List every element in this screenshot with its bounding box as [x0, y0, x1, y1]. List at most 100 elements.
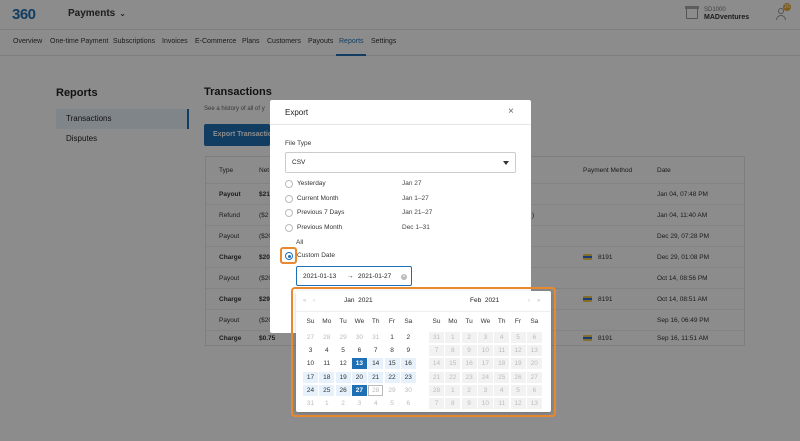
calendar-day[interactable]: 7: [368, 345, 383, 356]
calendar-day[interactable]: 8: [445, 345, 461, 357]
calendar-day[interactable]: 6: [352, 345, 367, 356]
calendar-day[interactable]: 12: [510, 398, 526, 409]
option-all-label[interactable]: All: [296, 239, 303, 246]
date-range-input[interactable]: 2021-01-13 → 2021-01-27 ×: [296, 266, 412, 286]
calendar-day[interactable]: 27: [526, 371, 542, 383]
calendar-day[interactable]: 28: [319, 332, 334, 343]
calendar-day[interactable]: 23: [461, 371, 477, 383]
calendar-day[interactable]: 3: [477, 384, 493, 396]
calendar-day[interactable]: 13: [351, 358, 367, 370]
calendar-day[interactable]: 3: [352, 398, 367, 409]
calendar-day[interactable]: 5: [385, 398, 400, 409]
calendar-day[interactable]: 24: [477, 371, 493, 383]
calendar-day[interactable]: 4: [319, 345, 334, 356]
calendar-day[interactable]: 27: [303, 332, 318, 343]
calendar-day[interactable]: 1: [445, 384, 461, 396]
radio-previous-month[interactable]: [285, 224, 293, 232]
calendar-day[interactable]: 19: [510, 358, 526, 370]
calendar-day[interactable]: 5: [510, 332, 526, 343]
calendar-day[interactable]: 10: [303, 358, 318, 369]
calendar-day[interactable]: 13: [526, 398, 542, 409]
next-year-icon[interactable]: »: [537, 298, 540, 304]
calendar-day[interactable]: 6: [401, 398, 416, 409]
calendar-day[interactable]: 21: [368, 371, 384, 383]
calendar-day[interactable]: 29: [385, 385, 400, 396]
calendar-day[interactable]: 9: [461, 398, 477, 409]
calendar-day[interactable]: 8: [445, 398, 461, 409]
calendar-day[interactable]: 23: [400, 371, 416, 383]
calendar-day[interactable]: 25: [319, 384, 335, 396]
calendar-day[interactable]: 3: [303, 345, 318, 356]
calendar-day[interactable]: 18: [319, 371, 335, 383]
right-month-label[interactable]: Feb 2021: [470, 297, 499, 304]
calendar-day[interactable]: 5: [510, 384, 526, 396]
calendar-day[interactable]: 30: [352, 332, 367, 343]
calendar-day[interactable]: 9: [401, 345, 416, 356]
date-start-input[interactable]: 2021-01-13: [303, 273, 336, 280]
calendar-day[interactable]: 22: [384, 371, 400, 383]
calendar-day[interactable]: 2: [401, 332, 416, 343]
calendar-day[interactable]: 30: [401, 385, 416, 396]
calendar-day[interactable]: 17: [477, 358, 493, 370]
calendar-day[interactable]: 7: [429, 398, 444, 409]
calendar-day[interactable]: 8: [385, 345, 400, 356]
calendar-day[interactable]: 2: [461, 332, 477, 343]
calendar-day[interactable]: 15: [445, 358, 461, 370]
calendar-day[interactable]: 11: [494, 345, 510, 357]
calendar-day[interactable]: 13: [526, 345, 542, 357]
calendar-day[interactable]: 4: [494, 332, 510, 343]
calendar-day[interactable]: 2: [461, 384, 477, 396]
prev-month-icon[interactable]: ‹: [313, 298, 315, 304]
calendar-day[interactable]: 24: [303, 384, 318, 396]
next-month-icon[interactable]: ›: [528, 298, 530, 304]
date-end-input[interactable]: 2021-01-27: [358, 273, 391, 280]
calendar-day[interactable]: 6: [526, 332, 542, 343]
calendar-day[interactable]: 20: [526, 358, 542, 370]
calendar-day[interactable]: 31: [429, 332, 444, 343]
calendar-day[interactable]: 12: [510, 345, 526, 357]
calendar-day[interactable]: 10: [477, 398, 493, 409]
calendar-day[interactable]: 31: [303, 398, 318, 409]
calendar-day[interactable]: 11: [494, 398, 510, 409]
file-type-select[interactable]: CSV: [285, 152, 516, 173]
calendar-day[interactable]: 22: [445, 371, 461, 383]
calendar-day[interactable]: 28: [429, 384, 444, 396]
calendar-day[interactable]: 25: [494, 371, 510, 383]
calendar-day[interactable]: 14: [368, 358, 384, 370]
calendar-day[interactable]: 12: [336, 358, 351, 369]
calendar-day[interactable]: 14: [429, 358, 444, 370]
calendar-day[interactable]: 27: [351, 384, 367, 396]
calendar-day[interactable]: 17: [303, 371, 318, 383]
calendar-day[interactable]: 16: [461, 358, 477, 370]
left-month-label[interactable]: Jan 2021: [344, 297, 373, 304]
close-icon[interactable]: ×: [508, 106, 514, 117]
calendar-day[interactable]: 26: [510, 371, 526, 383]
calendar-day[interactable]: 9: [461, 345, 477, 357]
calendar-day[interactable]: 28: [368, 384, 384, 396]
calendar-day[interactable]: 6: [526, 384, 542, 396]
radio-current-month[interactable]: [285, 195, 293, 203]
calendar-day[interactable]: 1: [385, 332, 400, 343]
calendar-day[interactable]: 29: [336, 332, 351, 343]
calendar-day[interactable]: 19: [335, 371, 351, 383]
radio-previous-7-days[interactable]: [285, 209, 293, 217]
radio-yesterday[interactable]: [285, 180, 293, 188]
calendar-day[interactable]: 26: [335, 384, 351, 396]
calendar-day[interactable]: 20: [351, 371, 367, 383]
calendar-day[interactable]: 5: [336, 345, 351, 356]
calendar-day[interactable]: 10: [477, 345, 493, 357]
calendar-day[interactable]: 4: [494, 384, 510, 396]
calendar-day[interactable]: 2: [336, 398, 351, 409]
calendar-day[interactable]: 3: [477, 332, 493, 343]
calendar-day[interactable]: 4: [368, 398, 383, 409]
calendar-day[interactable]: 16: [400, 358, 416, 370]
calendar-day[interactable]: 21: [429, 371, 444, 383]
calendar-day[interactable]: 1: [445, 332, 461, 343]
calendar-day[interactable]: 15: [384, 358, 400, 370]
calendar-day[interactable]: 31: [368, 332, 383, 343]
clear-icon[interactable]: ×: [401, 274, 407, 280]
calendar-day[interactable]: 11: [319, 358, 334, 369]
calendar-day[interactable]: 7: [429, 345, 444, 357]
calendar-day[interactable]: 18: [494, 358, 510, 370]
prev-year-icon[interactable]: «: [303, 298, 306, 304]
